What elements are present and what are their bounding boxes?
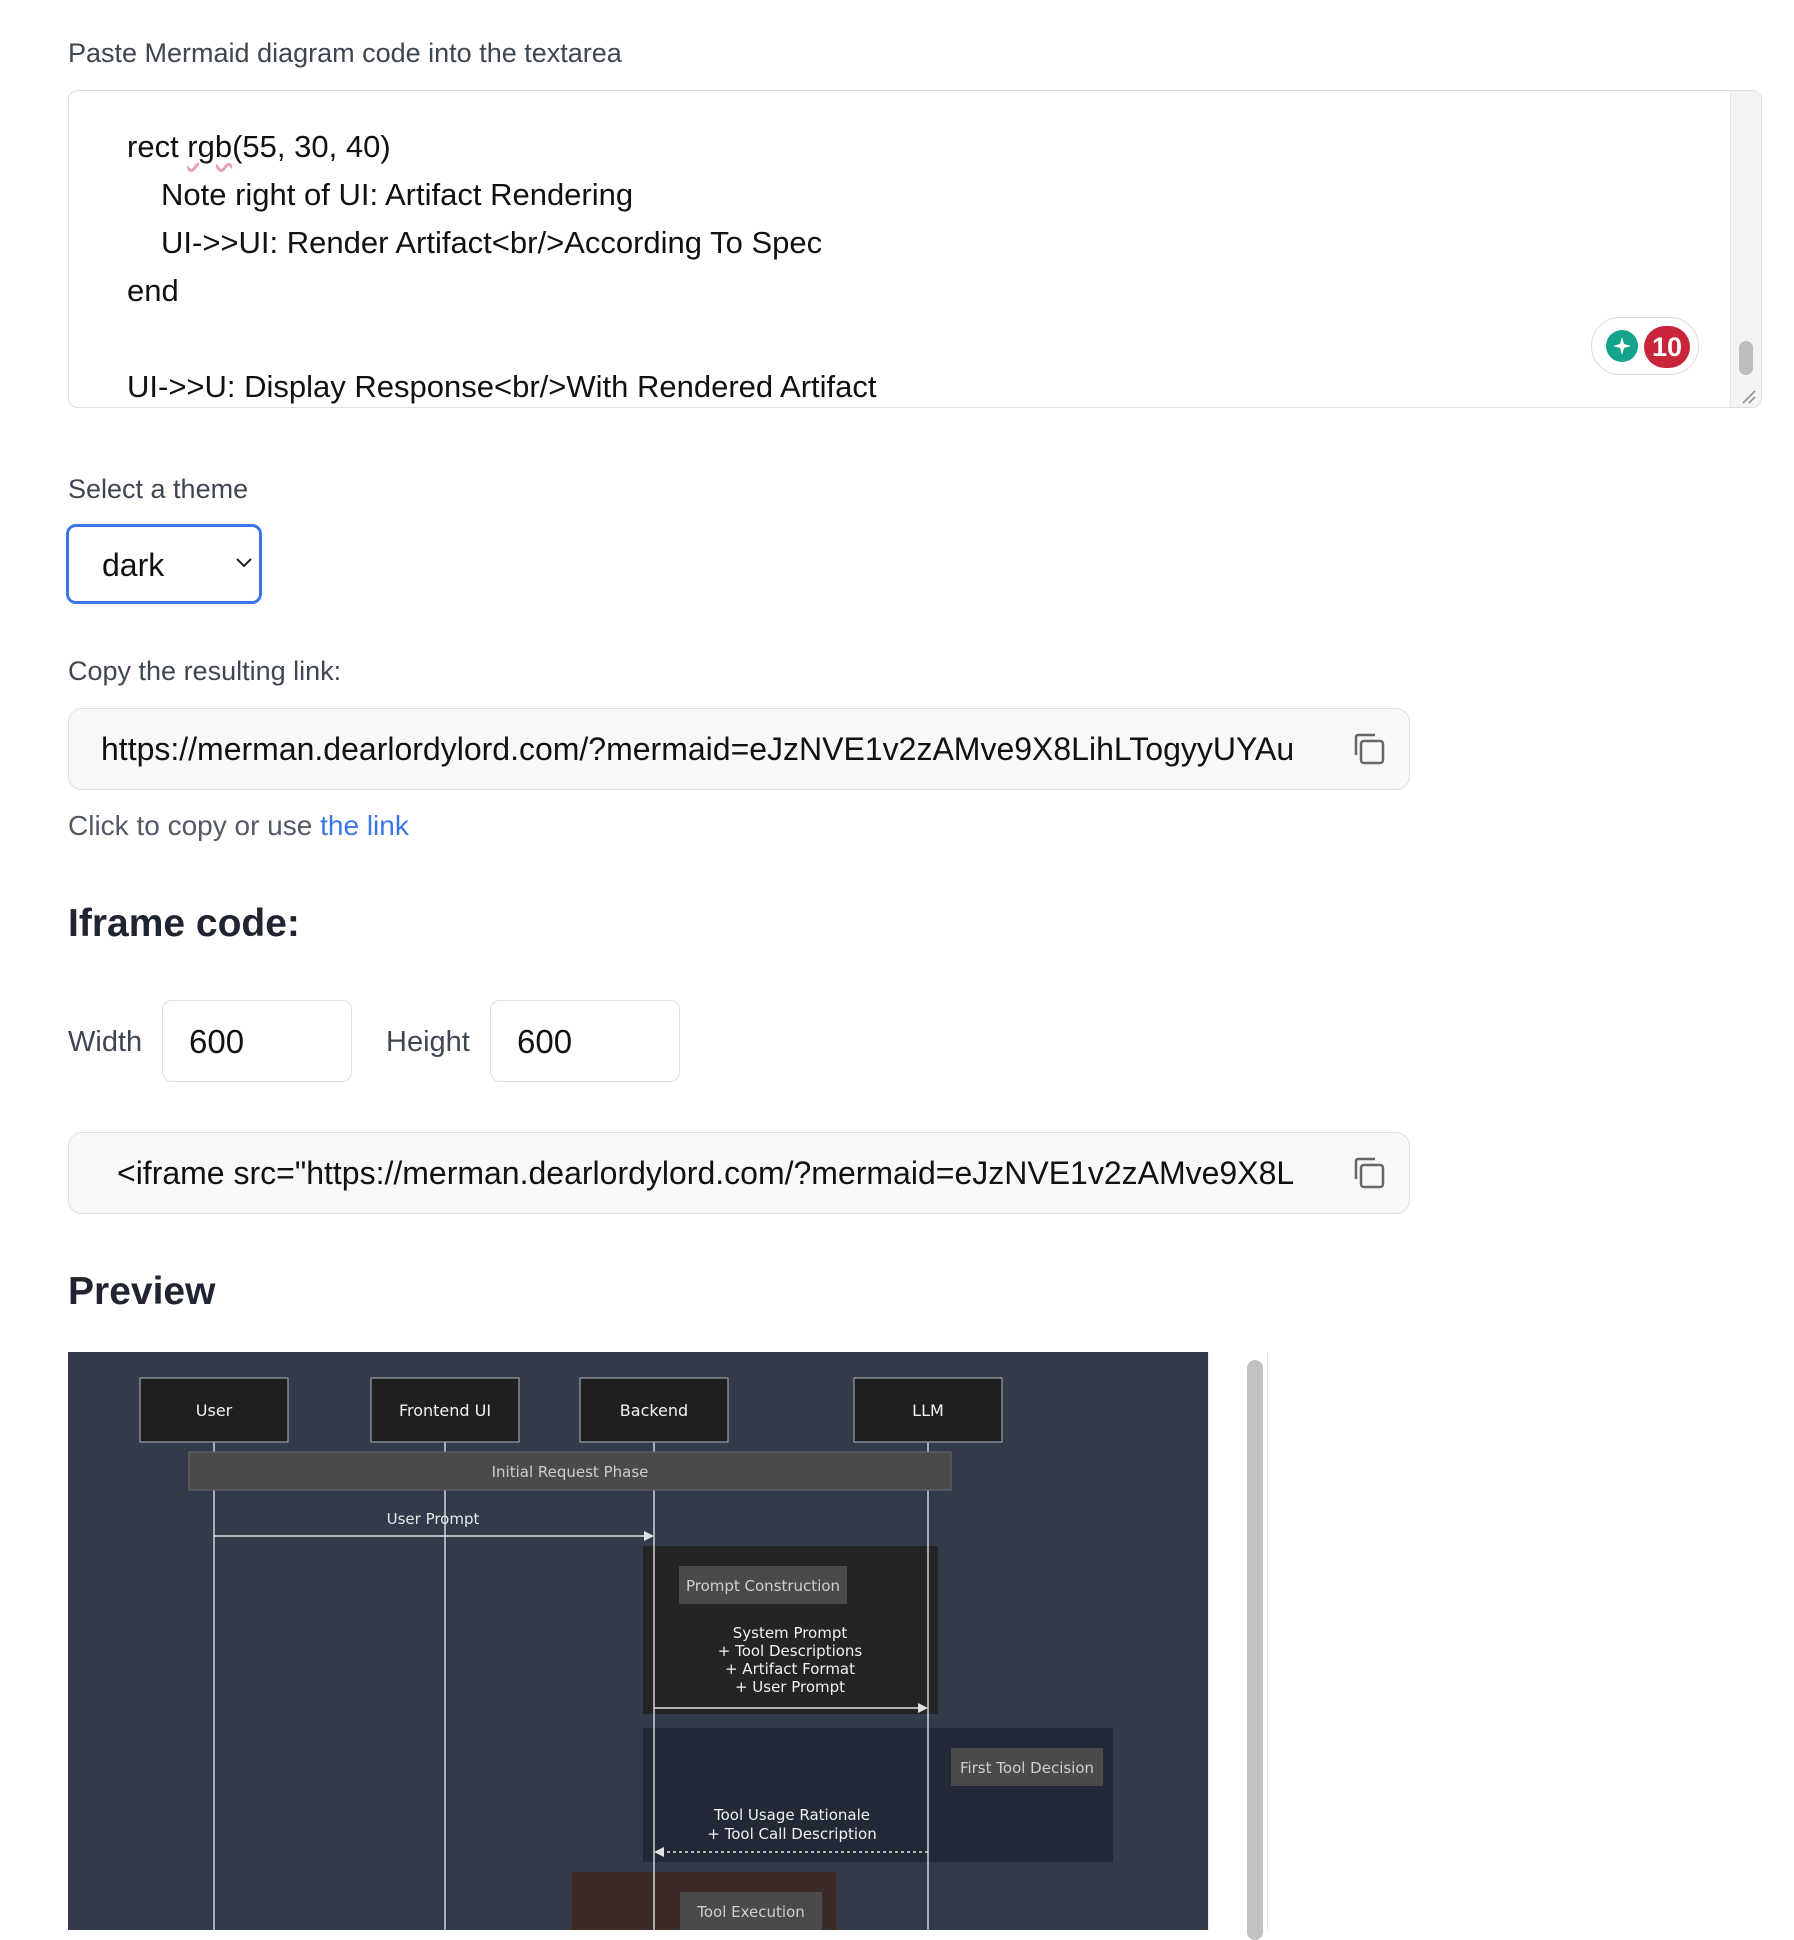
code-line-3: UI->>UI: Render Artifact<br/>According T… (161, 225, 823, 260)
svg-text:Tool Execution: Tool Execution (696, 1903, 805, 1921)
participant-backend: Backend (579, 1377, 729, 1443)
textarea-scrollbar[interactable] (1730, 91, 1761, 407)
preview-scroll-thumb[interactable] (1247, 1360, 1263, 1940)
svg-text:Prompt Construction: Prompt Construction (686, 1577, 840, 1595)
width-input[interactable]: 600 (162, 1000, 352, 1082)
code-line-1: rect rgb(55, 30, 40) (127, 129, 391, 164)
chevron-down-icon (236, 558, 252, 568)
theme-selected-value: dark (102, 547, 165, 583)
svg-text:LLM: LLM (912, 1401, 944, 1420)
diagram-preview: User Frontend UI Backend LLM Initial Req… (68, 1352, 1208, 1930)
participant-user: User (139, 1377, 289, 1443)
svg-text:User: User (196, 1401, 233, 1420)
svg-text:First Tool Decision: First Tool Decision (960, 1759, 1094, 1777)
msg-system-prompt-2: + Tool Descriptions (718, 1642, 863, 1660)
participant-llm: LLM (853, 1377, 1003, 1443)
the-link[interactable]: the link (320, 810, 409, 841)
note-prompt-construction: Prompt Construction (679, 1566, 847, 1604)
textarea-scroll-thumb[interactable] (1739, 341, 1753, 375)
code-line-2: Note right of UI: Artifact Rendering (161, 177, 634, 212)
copy-hint: Click to copy or use the link (68, 810, 409, 841)
copy-icon[interactable] (1349, 729, 1389, 769)
link-label: Copy the resulting link: (68, 656, 342, 686)
preview-heading: Preview (68, 1270, 216, 1313)
theme-select[interactable]: dark (66, 524, 262, 604)
theme-label: Select a theme (68, 474, 249, 504)
participant-frontend-ui: Frontend UI (370, 1377, 520, 1443)
note-tool-execution: Tool Execution (680, 1892, 822, 1930)
result-link-field[interactable]: https://merman.dearlordylord.com/?mermai… (68, 708, 1410, 790)
msg-tool-rationale-2: + Tool Call Description (707, 1825, 876, 1843)
note-initial-request: Initial Request Phase (188, 1451, 952, 1491)
msg-system-prompt-4: + User Prompt (735, 1678, 845, 1696)
msg-tool-rationale-1: Tool Usage Rationale (713, 1806, 870, 1824)
msg-system-prompt-3: + Artifact Format (725, 1660, 855, 1678)
height-label: Height (386, 1026, 470, 1058)
resize-handle-icon[interactable] (1739, 387, 1757, 405)
iframe-code-text: <iframe src="https://merman.dearlordylor… (117, 1155, 1295, 1191)
editor-label: Paste Mermaid diagram code into the text… (68, 38, 622, 68)
copy-icon[interactable] (1349, 1153, 1389, 1193)
result-link-text: https://merman.dearlordylord.com/?mermai… (101, 731, 1295, 767)
width-label: Width (68, 1026, 143, 1058)
preview-scrollbar[interactable] (1208, 1352, 1268, 1940)
msg-user-prompt: User Prompt (387, 1510, 480, 1528)
grammar-issue-count-badge: 10 (1644, 326, 1690, 368)
svg-text:Initial Request Phase: Initial Request Phase (492, 1463, 649, 1481)
lightbulb-icon (1606, 330, 1638, 362)
iframe-code-field[interactable]: <iframe src="https://merman.dearlordylor… (68, 1132, 1410, 1214)
grammar-checker-widget[interactable]: 10 (1591, 317, 1699, 375)
height-input[interactable]: 600 (490, 1000, 680, 1082)
note-first-tool-decision: First Tool Decision (951, 1748, 1103, 1786)
svg-text:Backend: Backend (620, 1401, 688, 1420)
spellcheck-word: rgb (187, 129, 233, 164)
code-line-5: UI->>U: Display Response<br/>With Render… (127, 369, 877, 404)
iframe-heading: Iframe code: (68, 902, 300, 945)
mermaid-code-textarea[interactable]: rect rgb(55, 30, 40) Note right of UI: A… (68, 90, 1762, 408)
svg-text:Frontend UI: Frontend UI (399, 1401, 491, 1420)
code-line-4: end (127, 273, 179, 308)
msg-system-prompt-1: System Prompt (733, 1624, 848, 1642)
